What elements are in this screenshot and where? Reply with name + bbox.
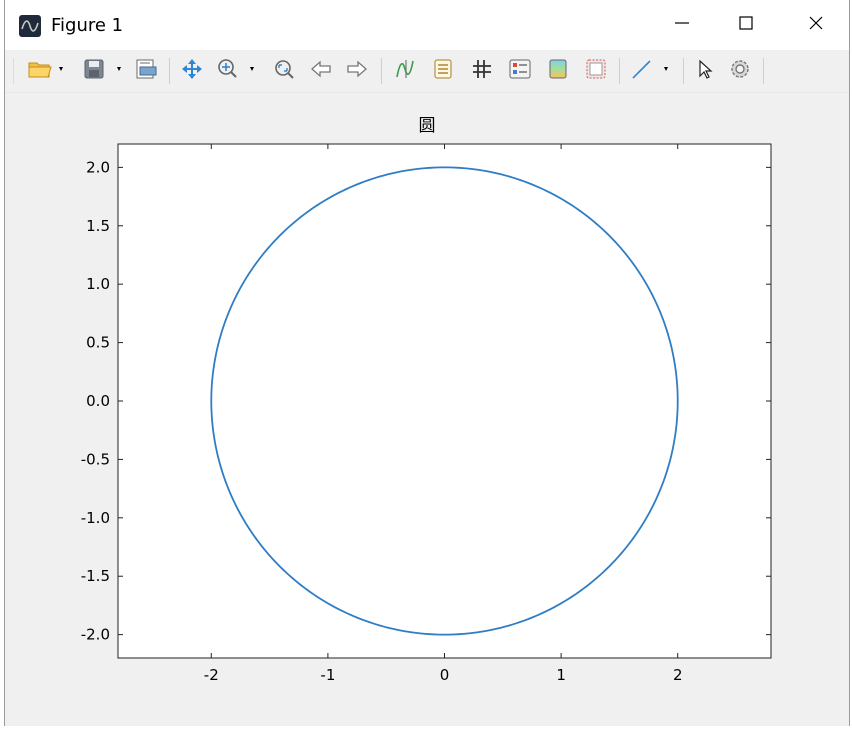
properties-icon	[507, 57, 533, 85]
frame-icon	[583, 57, 609, 85]
y-tick-label: 1.0	[86, 275, 110, 293]
x-tick-label: -2	[204, 666, 219, 684]
toolbar-separator	[763, 58, 764, 84]
arrow-left-icon	[308, 57, 336, 85]
gear-icon	[727, 57, 753, 85]
save-icon	[80, 57, 126, 85]
y-tick-label: 1.5	[86, 217, 110, 235]
minimize-icon	[674, 15, 690, 35]
x-tick-label: -1	[320, 666, 335, 684]
grid-icon	[469, 57, 495, 85]
colorbar-button[interactable]	[543, 58, 573, 84]
toolbar-separator	[169, 58, 170, 84]
app-icon	[19, 15, 41, 37]
pan-arrows-icon	[179, 57, 205, 85]
open-button[interactable]	[25, 58, 69, 84]
select-button[interactable]	[691, 58, 717, 84]
figure-window: Figure 1 圆 -2 -1 0 1 2 2.0 1.5 1.0 0.5 0…	[4, 0, 850, 726]
y-tick-label: -1.5	[81, 567, 110, 585]
zoom-fit-button[interactable]	[269, 58, 299, 84]
window-title: Figure 1	[51, 15, 124, 36]
figure-canvas[interactable]: 圆 -2 -1 0 1 2 2.0 1.5 1.0 0.5 0.0 -0.5 -1.0 -1.5 -2.0	[5, 93, 849, 726]
y-tick-label: -2.0	[81, 626, 110, 644]
x-tick-label: 2	[673, 666, 683, 684]
toolbar-separator	[381, 58, 382, 84]
colorbar-icon	[545, 57, 571, 85]
toolbar	[5, 50, 849, 93]
y-tick-label: -1.0	[81, 509, 110, 527]
arrow-right-icon	[342, 57, 370, 85]
zoom-fit-icon	[271, 57, 297, 85]
chart-svg: -2 -1 0 1 2 2.0 1.5 1.0 0.5 0.0 -0.5 -1.0 -1.5 -2.0	[81, 143, 772, 684]
y-tick-label: 2.0	[86, 158, 110, 176]
close-icon	[808, 15, 824, 35]
save-button[interactable]	[79, 58, 127, 84]
back-button[interactable]	[307, 58, 337, 84]
folder-open-icon	[27, 57, 67, 85]
legend-button[interactable]	[429, 58, 459, 84]
line-style-button[interactable]	[627, 58, 677, 84]
line-style-icon	[628, 57, 676, 85]
zoom-in-icon	[214, 57, 260, 85]
minimize-button[interactable]	[651, 0, 713, 50]
toolbar-grip	[13, 58, 14, 84]
zoom-in-button[interactable]	[213, 58, 261, 84]
title-bar: Figure 1	[5, 0, 849, 50]
grid-button[interactable]	[467, 58, 497, 84]
maximize-button[interactable]	[715, 0, 777, 50]
waveform-icon	[393, 57, 419, 85]
cursor-arrow-icon	[693, 57, 715, 85]
properties-button[interactable]	[505, 58, 535, 84]
x-tick-label: 0	[440, 666, 450, 684]
maximize-icon	[738, 15, 754, 35]
print-preview-button[interactable]	[131, 58, 161, 84]
forward-button[interactable]	[341, 58, 371, 84]
x-tick-label: 1	[556, 666, 566, 684]
toolbar-separator	[619, 58, 620, 84]
toolbar-separator	[683, 58, 684, 84]
print-preview-icon	[132, 57, 160, 85]
frame-button[interactable]	[581, 58, 611, 84]
y-tick-label: 0.0	[86, 392, 110, 410]
legend-icon	[431, 57, 457, 85]
settings-button[interactable]	[725, 58, 755, 84]
lines-button[interactable]	[391, 58, 421, 84]
plot-area	[117, 143, 772, 659]
y-tick-label: -0.5	[81, 450, 110, 468]
pan-button[interactable]	[177, 58, 207, 84]
close-button[interactable]	[785, 0, 847, 50]
y-tick-label: 0.5	[86, 334, 110, 352]
